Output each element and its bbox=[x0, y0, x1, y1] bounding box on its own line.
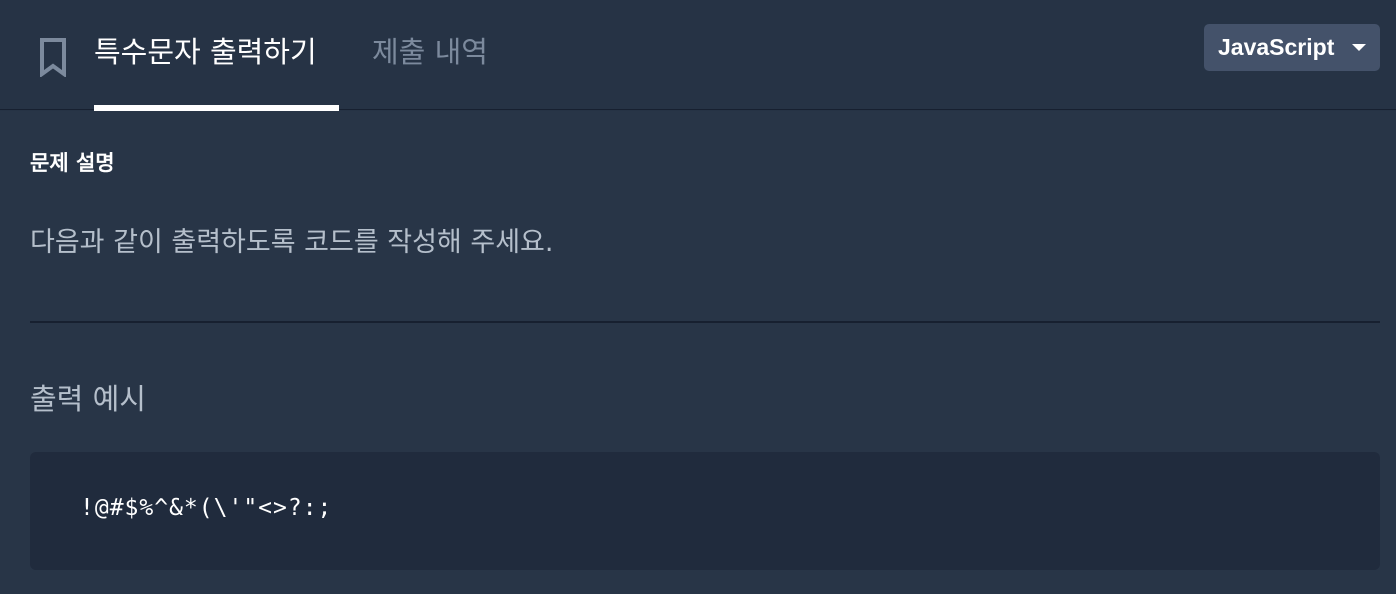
output-example-block: !@#$%^&*(\'"<>?:; bbox=[30, 452, 1380, 570]
language-select[interactable]: JavaScript bbox=[1204, 24, 1380, 71]
language-select-value: JavaScript bbox=[1218, 34, 1335, 60]
tab-submissions[interactable]: 제출 내역 bbox=[372, 30, 488, 74]
output-example-code: !@#$%^&*(\'"<>?:; bbox=[80, 495, 333, 521]
bookmark-icon[interactable] bbox=[38, 37, 70, 77]
problem-description-heading: 문제 설명 bbox=[30, 151, 115, 175]
output-example-heading: 출력 예시 bbox=[30, 382, 146, 416]
caret-down-icon bbox=[1352, 44, 1366, 51]
section-divider bbox=[30, 321, 1380, 323]
tab-problem[interactable]: 특수문자 출력하기 bbox=[94, 30, 317, 74]
problem-header: 특수문자 출력하기 제출 내역 JavaScript bbox=[0, 0, 1396, 111]
problem-description-text: 다음과 같이 출력하도록 코드를 작성해 주세요. bbox=[30, 227, 554, 258]
